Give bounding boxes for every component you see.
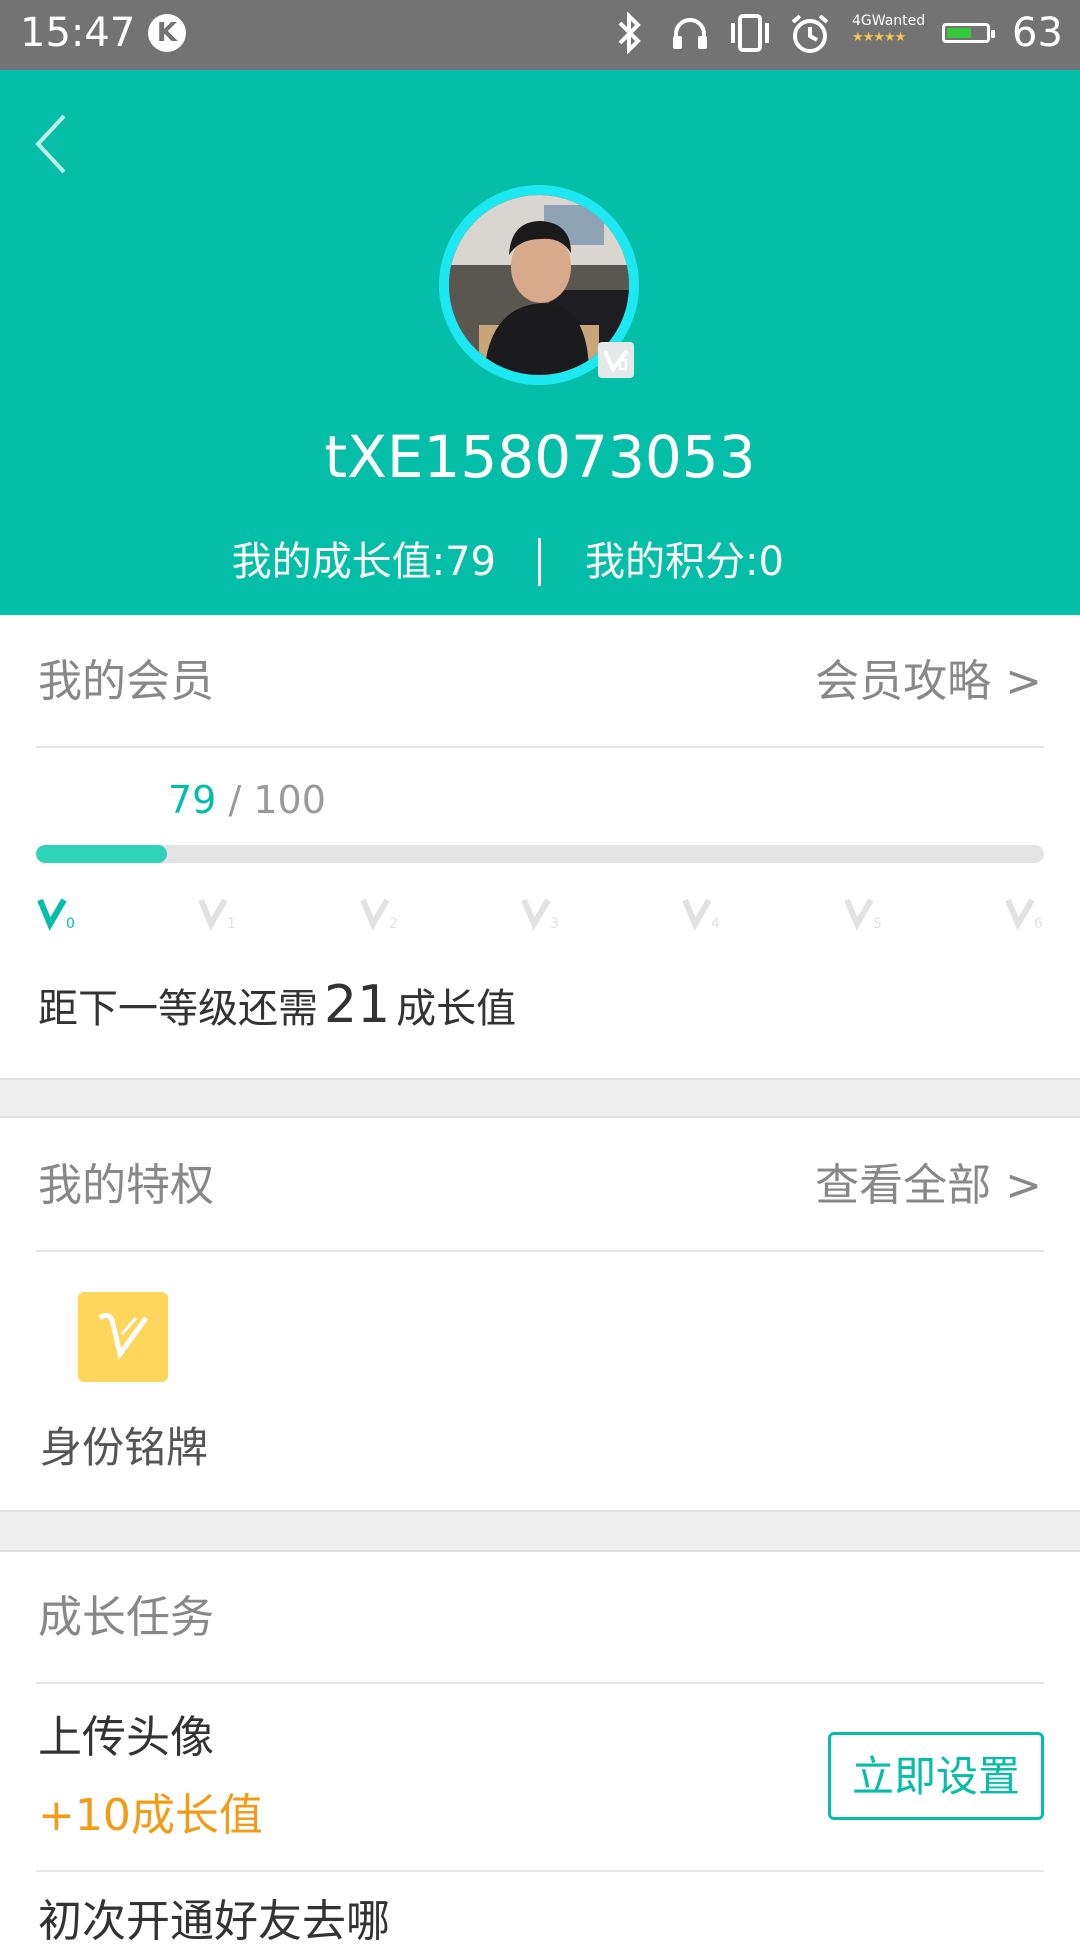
divider [36,1250,1044,1252]
privileges-title: 我的特权 [38,1160,214,1211]
divider [36,1682,1044,1684]
next-level-value: 21 [324,975,391,1035]
svg-text:5: 5 [873,916,882,932]
membership-title: 我的会员 [38,656,214,707]
task-name: 上传头像 [38,1712,214,1763]
svg-text:1: 1 [227,916,236,932]
svg-text:4: 4 [711,916,720,932]
network-stars: ★★★★★ [852,30,906,45]
back-arrow-icon[interactable] [30,110,80,180]
tasks-title: 成长任务 [38,1592,214,1643]
svg-text:3: 3 [550,916,559,932]
level-v4-icon: 4 [681,892,721,932]
divider [36,746,1044,748]
next-level-suffix: 成长值 [396,986,517,1032]
status-bar: 15:47 K 4GWanted ★★★★★ 63 [0,0,1080,70]
svg-text:2: 2 [389,916,398,932]
battery-fill [947,28,971,38]
points-value[interactable]: 我的积分:0 [585,532,784,592]
svg-text:6: 6 [1034,916,1043,932]
section-gap [0,1078,1080,1118]
level-badge-icon [598,342,634,378]
level-v0-icon: 0 [36,892,76,932]
network-signal-icon: 4GWanted ★★★★★ [852,12,926,52]
svg-text:0: 0 [66,916,75,932]
divider [36,1870,1044,1872]
vibrate-icon [731,14,769,52]
v-badge-icon[interactable] [78,1292,168,1382]
task-reward: +10成长值 [38,1790,263,1841]
alarm-icon [791,14,829,53]
bluetooth-icon [618,12,641,54]
growth-progress-text: 79 / 100 [168,772,326,828]
next-level-prefix: 距下一等级还需 [38,986,318,1032]
membership-guide-link[interactable]: 会员攻略 > [815,652,1042,712]
status-time: 15:47 [20,10,136,56]
notification-k-icon: K [148,14,186,52]
next-level-text: 距下一等级还需 21 成长值 [38,975,516,1039]
headphones-icon [673,18,707,49]
privilege-label[interactable]: 身份铭牌 [40,1418,208,1478]
level-v1-icon: 1 [197,892,237,932]
level-v6-icon: 6 [1004,892,1044,932]
growth-progress-bar [36,845,1044,863]
username: tXE158073053 [324,423,756,491]
section-gap [0,1510,1080,1552]
task-name: 初次开通好友去哪 [38,1896,390,1947]
battery-icon [942,23,995,43]
level-markers: 0 1 2 3 4 5 6 [36,892,1044,932]
level-v3-icon: 3 [520,892,560,932]
growth-progress-fill [36,845,168,863]
set-now-button[interactable]: 立即设置 [828,1732,1044,1820]
stats-divider [538,538,541,586]
battery-percent: 63 [1012,10,1063,56]
level-v5-icon: 5 [843,892,883,932]
profile-header: tXE158073053 我的成长值:79 我的积分:0 [0,70,1080,615]
progress-current: 79 [168,778,217,822]
growth-value[interactable]: 我的成长值:79 [232,532,496,592]
profile-stats: 我的成长值:79 我的积分:0 [0,532,1080,592]
level-v2-icon: 2 [359,892,399,932]
network-label: 4GWanted [852,13,926,29]
privileges-view-all-link[interactable]: 查看全部 > [815,1156,1042,1216]
progress-max: / 100 [228,778,326,822]
